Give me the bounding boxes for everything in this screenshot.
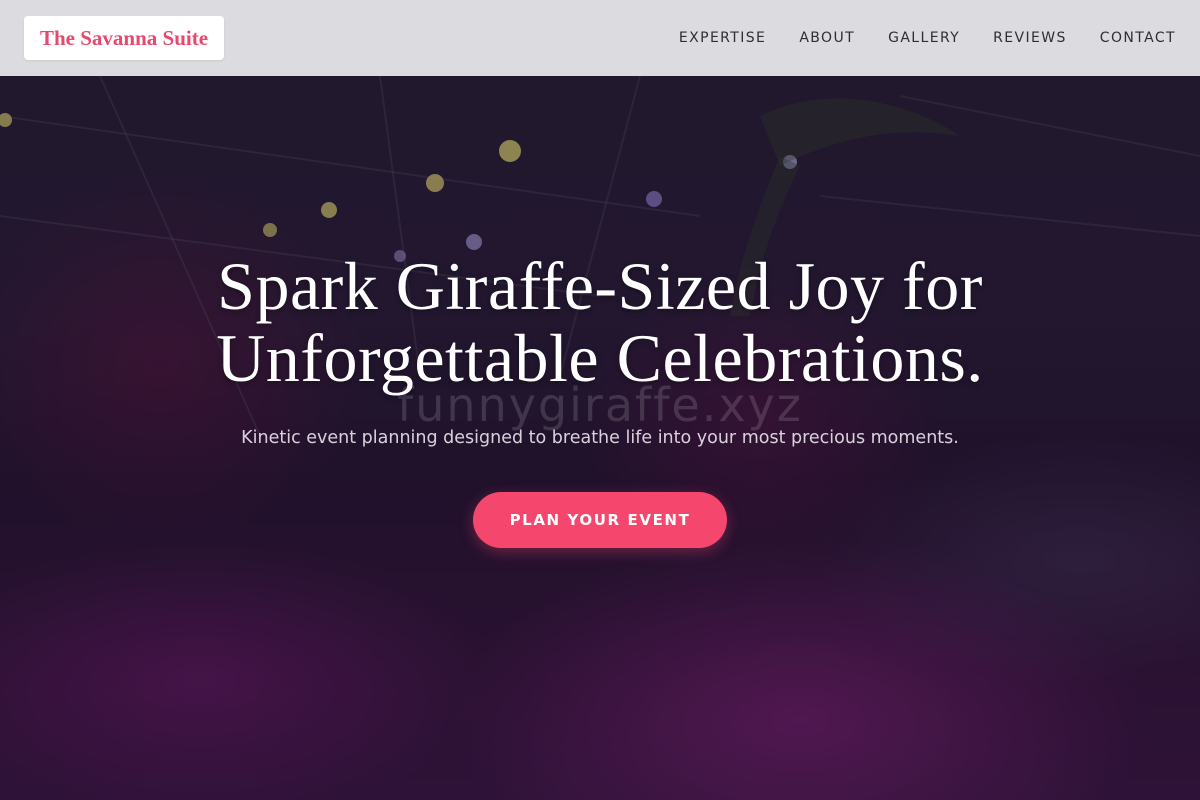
hero-subtitle: Kinetic event planning designed to breat… [241,428,959,448]
nav-link-about[interactable]: ABOUT [799,30,855,46]
brand-logo[interactable]: The Savanna Suite [24,16,225,60]
nav-link-gallery[interactable]: GALLERY [888,30,960,46]
site-header: The Savanna Suite EXPERTISE ABOUT GALLER… [0,0,1200,76]
hero-headline: Spark Giraffe-Sized Joy for Unforgettabl… [150,250,1050,394]
hero-headline-line-1: Spark Giraffe-Sized Joy for [217,248,983,324]
plan-your-event-button[interactable]: PLAN YOUR EVENT [473,492,727,548]
nav-link-reviews[interactable]: REVIEWS [993,30,1067,46]
nav-link-contact[interactable]: CONTACT [1100,30,1176,46]
nav-link-expertise[interactable]: EXPERTISE [679,30,766,46]
main-nav: EXPERTISE ABOUT GALLERY REVIEWS CONTACT [679,30,1176,46]
hero-headline-line-2: Unforgettable Celebrations. [216,320,984,396]
brand-name: The Savanna Suite [40,25,209,50]
hero-section: Spark Giraffe-Sized Joy for Unforgettabl… [0,250,1200,548]
